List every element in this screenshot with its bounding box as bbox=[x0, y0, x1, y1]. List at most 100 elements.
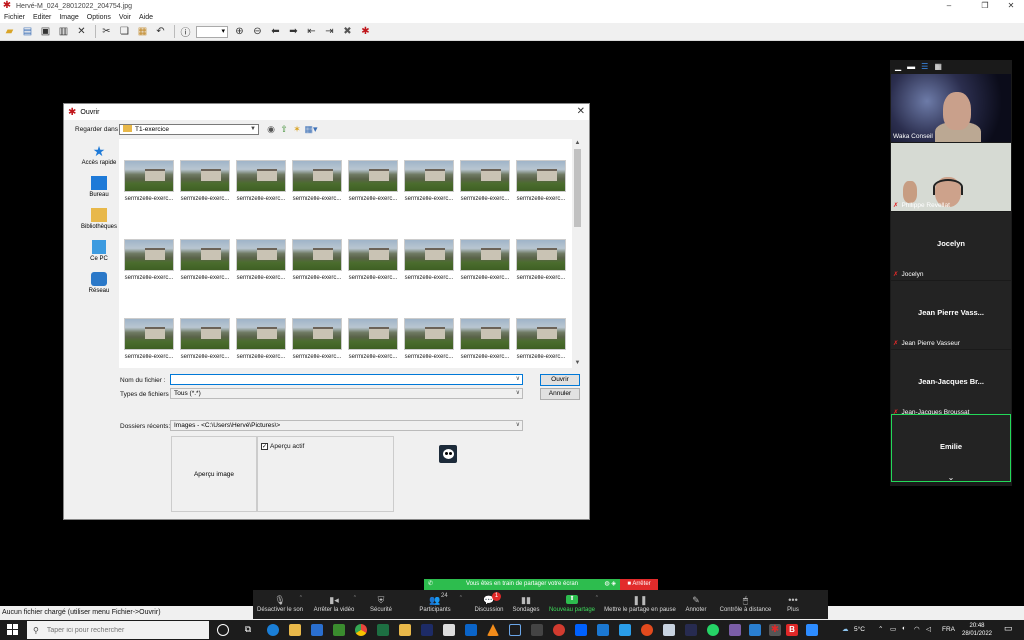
filename-input[interactable]: ∨ bbox=[170, 374, 523, 385]
file-list[interactable]: sermizelle-exerc... sermizelle-exerc... se… bbox=[119, 139, 583, 368]
new-share-button[interactable]: ⬆ Nouveau partage ⌃ bbox=[543, 590, 601, 619]
remote-control-button[interactable]: 🖱 Contrôle à distance bbox=[713, 590, 778, 619]
settings-tools-icon[interactable]: ✖ bbox=[340, 24, 355, 39]
store-icon[interactable] bbox=[311, 624, 323, 636]
vlc-icon[interactable] bbox=[487, 624, 499, 636]
file-thumbnail[interactable]: sermizelle-exerc... bbox=[403, 318, 455, 360]
language-indicator[interactable]: FRA bbox=[942, 626, 955, 633]
last-page-icon[interactable]: ⇥ bbox=[322, 24, 337, 39]
save-icon[interactable]: ▣ bbox=[38, 24, 53, 39]
photoshop-icon[interactable] bbox=[421, 624, 433, 636]
app-icon[interactable] bbox=[509, 624, 521, 636]
windows-start-icon[interactable] bbox=[7, 624, 19, 636]
task-view-icon[interactable]: ⧉ bbox=[242, 624, 254, 636]
dropbox-icon[interactable] bbox=[575, 624, 587, 636]
previous-icon[interactable]: ⬅ bbox=[268, 24, 283, 39]
open-button[interactable]: Ouvrir bbox=[540, 374, 580, 386]
look-in-combo[interactable]: T1-exercice ▼ bbox=[119, 124, 259, 135]
file-thumbnail[interactable]: sermizelle-exerc... bbox=[403, 239, 455, 281]
cancel-button[interactable]: Annuler bbox=[540, 388, 580, 400]
close-button[interactable]: ✕ bbox=[996, 0, 1024, 12]
up-folder-icon[interactable]: ⇧ bbox=[279, 124, 289, 134]
file-thumbnail[interactable]: sermizelle-exerc... bbox=[179, 160, 231, 202]
file-thumbnail[interactable]: sermizelle-exerc... bbox=[235, 318, 287, 360]
back-icon[interactable]: ◉ bbox=[266, 124, 276, 134]
tray-app-icon[interactable]: ▭ bbox=[890, 625, 896, 633]
participants-button[interactable]: 👥 Participants 24 ⌃ bbox=[401, 590, 469, 619]
single-view-icon[interactable]: ▬ bbox=[907, 63, 915, 71]
participant-tile-jocelyn[interactable]: Jocelyn ✗ Jocelyn bbox=[891, 212, 1011, 280]
app-icon[interactable] bbox=[443, 624, 455, 636]
chevron-up-icon[interactable]: ⌃ bbox=[353, 595, 357, 601]
file-thumbnail[interactable]: sermizelle-exerc... bbox=[347, 318, 399, 360]
participant-tile-waka[interactable]: Waka Conseil bbox=[891, 74, 1011, 142]
more-button[interactable]: ••• Plus bbox=[778, 590, 808, 619]
app-icon[interactable] bbox=[619, 624, 631, 636]
chrome-icon[interactable] bbox=[355, 624, 367, 636]
app-icon[interactable] bbox=[531, 624, 543, 636]
menu-editer[interactable]: Editer bbox=[29, 12, 55, 23]
whatsapp-icon[interactable] bbox=[707, 624, 719, 636]
view-menu-icon[interactable]: ▦▾ bbox=[304, 124, 318, 134]
undo-icon[interactable]: ↶ bbox=[153, 24, 168, 39]
file-thumbnail[interactable]: sermizelle-exerc... bbox=[515, 318, 567, 360]
filetype-select[interactable]: Tous (*.*) ∨ bbox=[170, 388, 523, 399]
paste-icon[interactable]: ▦ bbox=[135, 24, 150, 39]
file-thumbnail[interactable]: sermizelle-exerc... bbox=[347, 239, 399, 281]
file-thumbnail[interactable]: sermizelle-exerc... bbox=[515, 160, 567, 202]
zoom-taskbar-icon[interactable] bbox=[806, 624, 818, 636]
excel-icon[interactable] bbox=[377, 624, 389, 636]
chevron-up-icon[interactable]: ⌃ bbox=[459, 595, 463, 601]
menu-voir[interactable]: Voir bbox=[115, 12, 135, 23]
file-thumbnail[interactable]: sermizelle-exerc... bbox=[235, 239, 287, 281]
edge-icon[interactable] bbox=[267, 624, 279, 636]
file-thumbnail[interactable]: sermizelle-exerc... bbox=[459, 239, 511, 281]
pause-share-button[interactable]: ❚❚ Mettre le partage en pause bbox=[601, 590, 679, 619]
zoom-combo[interactable]: ▾ bbox=[196, 25, 228, 38]
minimize-button[interactable]: – bbox=[934, 0, 964, 12]
file-thumbnail[interactable]: sermizelle-exerc... bbox=[179, 318, 231, 360]
taskbar-search-input[interactable] bbox=[46, 626, 197, 634]
file-thumbnail[interactable]: sermizelle-exerc... bbox=[123, 239, 175, 281]
participant-tile-philippe[interactable]: ✗ Philippe Revellat bbox=[891, 143, 1011, 211]
strip-view-icon[interactable]: ☰ bbox=[921, 63, 928, 71]
participant-tile-jean-jacques[interactable]: Jean-Jacques Br... ✗ Jean-Jacques Broussa… bbox=[891, 350, 1011, 418]
scroll-up-icon[interactable]: ▲ bbox=[572, 139, 583, 148]
opera-icon[interactable] bbox=[641, 624, 653, 636]
menu-fichier[interactable]: Fichier bbox=[0, 12, 29, 23]
polls-button[interactable]: ▮▮ Sondages bbox=[509, 590, 543, 619]
stop-video-button[interactable]: ▮◂ Arrêter la vidéo ⌃ bbox=[307, 590, 361, 619]
file-thumbnail[interactable]: sermizelle-exerc... bbox=[347, 160, 399, 202]
app-icon[interactable] bbox=[399, 624, 411, 636]
participant-tile-jean-pierre[interactable]: Jean Pierre Vass... ✗ Jean Pierre Vasseur bbox=[891, 281, 1011, 349]
notifications-icon[interactable]: ▭ bbox=[1004, 623, 1013, 634]
outlook-icon[interactable] bbox=[465, 624, 477, 636]
scrollbar-thumb[interactable] bbox=[574, 149, 581, 227]
mail-icon[interactable] bbox=[597, 624, 609, 636]
grid-view-icon[interactable]: ▦ bbox=[934, 63, 942, 71]
app-icon[interactable] bbox=[729, 624, 741, 636]
file-list-scrollbar[interactable]: ▲ ▼ bbox=[572, 139, 583, 368]
file-explorer-icon[interactable] bbox=[289, 624, 301, 636]
volume-icon[interactable]: ◁ bbox=[926, 625, 931, 633]
print-icon[interactable]: ▥ bbox=[56, 24, 71, 39]
cut-icon[interactable]: ✂ bbox=[99, 24, 114, 39]
open-folder-icon[interactable]: ▰ bbox=[2, 24, 17, 39]
taskbar-clock[interactable]: 20:48 28/01/2022 bbox=[955, 622, 999, 638]
next-icon[interactable]: ➡ bbox=[286, 24, 301, 39]
zoom-out-icon[interactable]: ⊖ bbox=[250, 24, 265, 39]
file-thumbnail[interactable]: sermizelle-exerc... bbox=[123, 318, 175, 360]
annotate-button[interactable]: ✎ Annoter bbox=[679, 590, 713, 619]
slideshow-icon[interactable]: ▤ bbox=[20, 24, 35, 39]
mute-button[interactable]: 🎙 Désactiver le son ⌃ bbox=[253, 590, 307, 619]
file-thumbnail[interactable]: sermizelle-exerc... bbox=[123, 160, 175, 202]
irfanview-taskbar-icon[interactable]: ✱ bbox=[769, 624, 781, 636]
file-thumbnail[interactable]: sermizelle-exerc... bbox=[459, 160, 511, 202]
app-icon[interactable] bbox=[333, 624, 345, 636]
tray-app-icon[interactable]: ◐ bbox=[902, 625, 906, 632]
file-thumbnail[interactable]: sermizelle-exerc... bbox=[235, 160, 287, 202]
file-thumbnail[interactable]: sermizelle-exerc... bbox=[459, 318, 511, 360]
menu-aide[interactable]: Aide bbox=[135, 12, 157, 23]
file-thumbnail[interactable]: sermizelle-exerc... bbox=[291, 318, 343, 360]
app-icon[interactable] bbox=[685, 624, 697, 636]
